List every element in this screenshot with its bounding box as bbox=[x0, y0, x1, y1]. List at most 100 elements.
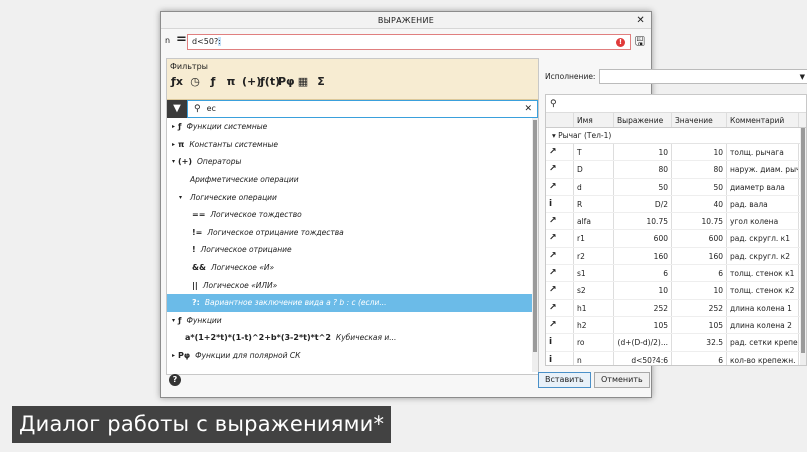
cell-value: 10.75 bbox=[672, 213, 727, 230]
col-value[interactable]: Значение bbox=[672, 113, 727, 127]
help-icon[interactable]: ? bbox=[169, 374, 181, 386]
col-expression[interactable]: Выражение bbox=[614, 113, 672, 127]
tree-item[interactable]: ▸ π Константы системные bbox=[167, 136, 538, 154]
table-row[interactable]: ↗ h2 105 105 длина колена 2 bbox=[546, 316, 806, 335]
table-scroll-thumb[interactable] bbox=[801, 128, 805, 353]
execution-row: Исполнение: ▼ bbox=[545, 69, 807, 87]
table-row[interactable]: ↗ d 50 50 диаметр вала bbox=[546, 178, 806, 196]
cell-name: s2 bbox=[574, 282, 614, 299]
table-row[interactable]: ↗ s1 6 6 толщ. стенок к1 bbox=[546, 265, 806, 283]
search-row: ▼ ⚲ ec ✕ bbox=[167, 99, 538, 118]
table-row[interactable]: i R D/2 40 рад. вала bbox=[546, 195, 806, 214]
cell-name: h2 bbox=[574, 316, 614, 334]
filter-clock-icon[interactable]: ◷ bbox=[188, 75, 202, 88]
group-row[interactable]: ▾ Рычаг (Тел-1) bbox=[546, 128, 806, 144]
cancel-button[interactable]: Отменить bbox=[594, 372, 650, 388]
table-row[interactable]: ↗ h1 252 252 длина колена 1 bbox=[546, 299, 806, 317]
row-type-icon: ↗ bbox=[546, 213, 574, 230]
row-type-icon: i bbox=[546, 351, 574, 365]
cell-name: r2 bbox=[574, 247, 614, 265]
tree-item-icon: a*(1+2*t)*(1-t)^2+b*(3-2*t)*t^2 bbox=[185, 333, 331, 343]
clear-icon[interactable]: ✕ bbox=[524, 104, 532, 114]
caret-icon[interactable]: ▾ bbox=[169, 317, 178, 324]
tree-item[interactable]: && Логическое «И» bbox=[167, 259, 538, 277]
funnel-icon[interactable]: ▼ bbox=[167, 99, 187, 118]
video-caption: Диалог работы с выражениями* bbox=[12, 406, 392, 443]
tree-item[interactable]: ▾ Логические операции bbox=[167, 188, 538, 206]
cell-expression: 10 bbox=[614, 144, 672, 161]
caret-icon[interactable]: ▸ bbox=[169, 123, 178, 130]
filter-pi-icon[interactable]: π bbox=[224, 75, 238, 88]
tree-item[interactable]: != Логическое отрицание тождества bbox=[167, 224, 538, 242]
insert-button[interactable]: Вставить bbox=[538, 372, 591, 388]
tree-scroll-thumb[interactable] bbox=[533, 120, 537, 352]
tree-item[interactable]: a*(1+2*t)*(1-t)^2+b*(3-2*t)*t^2 Кубическа… bbox=[167, 329, 538, 347]
cell-expression: (d+(D-d)/2)... bbox=[614, 334, 672, 351]
tree-scrollbar[interactable] bbox=[532, 118, 538, 372]
caret-icon[interactable]: ▸ bbox=[169, 141, 178, 148]
tree-item[interactable]: ▾ ƒ Функции bbox=[167, 312, 538, 330]
filter-table-icon[interactable]: ▦ bbox=[296, 75, 310, 88]
caret-icon[interactable]: ▸ bbox=[169, 352, 178, 359]
expression-text: d<50? bbox=[192, 37, 219, 46]
function-tree: ▸ ƒ Функции системные ▸ π Константы системные… bbox=[167, 118, 538, 372]
table-row[interactable]: ↗ r1 600 600 рад. скругл. к1 bbox=[546, 230, 806, 248]
tree-item-icon: ?: bbox=[192, 298, 200, 308]
tree-item[interactable]: ?: Вариантное заключение вида a ? b : c (… bbox=[167, 293, 538, 312]
cell-comment: рад. сетки крепеж bbox=[727, 334, 799, 351]
tree-item-icon: != bbox=[192, 227, 203, 237]
table-row[interactable]: i ro (d+(D-d)/2)... 32.5 рад. сетки крепеж bbox=[546, 334, 806, 352]
filter-sum-icon[interactable]: Σ bbox=[314, 75, 328, 88]
tree-item[interactable]: ! Логическое отрицание bbox=[167, 241, 538, 259]
tree-item[interactable]: ▾ (+) Операторы bbox=[167, 153, 538, 171]
row-type-icon: i bbox=[546, 195, 574, 213]
tree-item[interactable]: == Логическое тождество bbox=[167, 206, 538, 224]
filter-polar-icon[interactable]: Pφ bbox=[278, 75, 295, 88]
cell-value: 600 bbox=[672, 230, 727, 247]
save-icon[interactable]: 🖫 bbox=[635, 35, 645, 48]
filter-f-icon[interactable]: ƒ bbox=[206, 75, 220, 88]
row-type-icon: ↗ bbox=[546, 178, 574, 195]
table-row[interactable]: ↗ T 10 10 толщ. рычага bbox=[546, 144, 806, 162]
row-type-icon: ↗ bbox=[546, 161, 574, 178]
search-input[interactable]: ⚲ ec ✕ bbox=[187, 99, 538, 118]
tree-item-label: Кубическая и... bbox=[335, 333, 397, 343]
filter-function-icon[interactable]: ƒx bbox=[170, 75, 184, 88]
execution-select[interactable]: ▼ bbox=[599, 69, 807, 84]
chevron-down-icon[interactable]: ▼ bbox=[800, 73, 805, 81]
table-scrollbar[interactable] bbox=[800, 128, 806, 365]
filter-operators-icon[interactable]: (+) bbox=[242, 75, 261, 88]
table-row[interactable]: ↗ r2 160 160 рад. скругл. к2 bbox=[546, 247, 806, 266]
expression-input[interactable]: d<50?: ! bbox=[187, 34, 631, 50]
error-icon[interactable]: ! bbox=[616, 38, 625, 47]
table-row[interactable]: ↗ D 80 80 наруж. диам. рыч bbox=[546, 161, 806, 179]
caret-icon[interactable]: ▾ bbox=[169, 158, 178, 165]
caret-icon[interactable]: ▾ bbox=[176, 194, 185, 201]
tree-item[interactable]: Арифметические операции bbox=[167, 171, 538, 189]
table-row[interactable]: i n d<50?4:6 6 кол-во крепежн. bbox=[546, 351, 806, 365]
row-type-icon: i bbox=[546, 334, 574, 351]
dialog-title: ВЫРАЖЕНИЕ bbox=[377, 16, 435, 25]
group-label: Рычаг (Тел-1) bbox=[558, 131, 612, 140]
search-icon: ⚲ bbox=[194, 103, 201, 114]
cell-expression: d<50?4:6 bbox=[614, 351, 672, 365]
cell-value: 10 bbox=[672, 144, 727, 161]
cell-comment: толщ. стенок к1 bbox=[727, 265, 799, 282]
variables-search-input[interactable]: ⚲ bbox=[546, 95, 806, 113]
tree-item-icon: == bbox=[192, 210, 206, 220]
tree-item-label: Функции для полярной СК bbox=[195, 351, 301, 361]
tree-item[interactable]: ▸ Pφ Функции для полярной СК bbox=[167, 347, 538, 365]
cell-value: 160 bbox=[672, 247, 727, 265]
table-row[interactable]: ↗ alfa 10.75 10.75 угол колена bbox=[546, 213, 806, 231]
tree-item[interactable]: || Логическое «ИЛИ» bbox=[167, 276, 538, 294]
table-row[interactable]: ↗ s2 10 10 толщ. стенок к2 bbox=[546, 282, 806, 300]
cell-comment: рад. скругл. к1 bbox=[727, 230, 799, 247]
row-type-icon: ↗ bbox=[546, 282, 574, 299]
tree-item[interactable]: ▸ ƒ Функции системные bbox=[167, 118, 538, 136]
col-comment[interactable]: Комментарий bbox=[727, 113, 799, 127]
col-name[interactable]: Имя bbox=[574, 113, 614, 127]
tree-item-icon: || bbox=[192, 280, 198, 290]
close-icon[interactable]: ✕ bbox=[636, 12, 645, 29]
filter-ft-icon[interactable]: ƒ(t) bbox=[260, 75, 280, 88]
dialog-footer: ? Вставить Отменить bbox=[161, 371, 651, 397]
